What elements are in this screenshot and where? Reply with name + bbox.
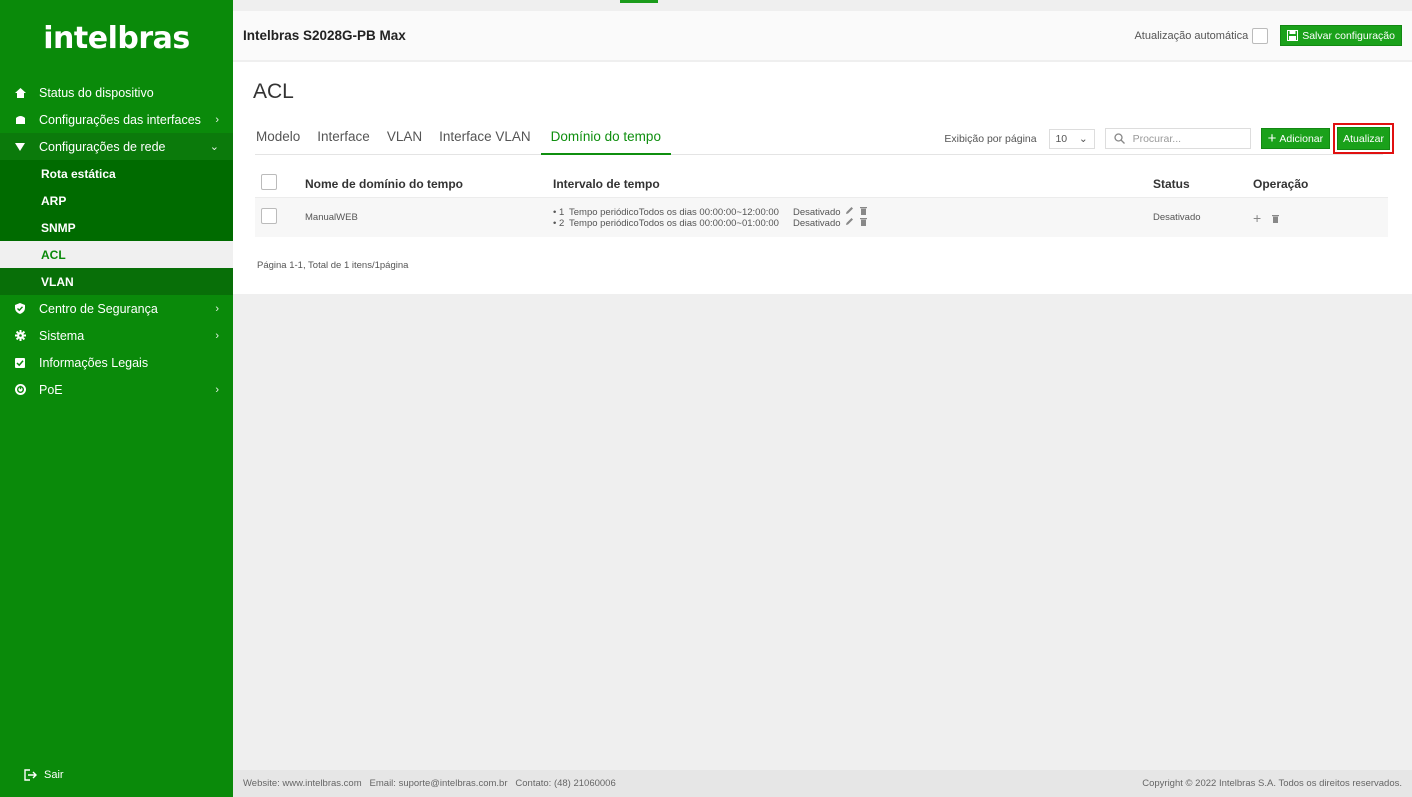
shield-icon [14, 303, 26, 315]
col-interval-header: Intervalo de tempo [553, 176, 660, 191]
time-domain-table: Nome de domínio do tempo Intervalo de te… [255, 170, 1388, 237]
interval-item: • 2 Tempo periódicoTodos os dias 00:00:0… [553, 218, 1153, 229]
add-interval-icon[interactable]: + [1253, 210, 1261, 226]
col-name-header: Nome de domínio do tempo [305, 176, 463, 191]
interval-desc: Tempo periódicoTodos os dias 00:00:00~12… [569, 206, 779, 218]
add-label: Adicionar [1279, 132, 1324, 145]
sidebar-subitem-arp[interactable]: ARP [0, 187, 233, 214]
interval-status: Desativado [793, 217, 841, 229]
home-icon [14, 87, 26, 99]
tab-modelo[interactable]: Modelo [255, 129, 301, 155]
network-icon [14, 141, 26, 153]
chevron-down-icon: ⌄ [1078, 132, 1088, 145]
interval-item: • 1 Tempo periódicoTodos os dias 00:00:0… [553, 207, 1153, 218]
per-page-label: Exibição por página [944, 132, 1037, 145]
col-operation-header: Operação [1253, 176, 1309, 191]
footer-copyright: Copyright © 2022 Intelbras S.A. Todos os… [1142, 778, 1402, 789]
search-icon [1113, 133, 1125, 144]
page-footer: Website: www.intelbras.com Email: suport… [233, 770, 1412, 797]
sidebar-item-system[interactable]: Sistema › [0, 322, 233, 349]
table-row: ManualWEB • 1 Tempo periódicoTodos os di… [255, 198, 1388, 237]
save-config-label: Salvar configuração [1302, 29, 1395, 42]
per-page-select[interactable]: 10 ⌄ [1048, 128, 1095, 149]
tab-interface-vlan[interactable]: Interface VLAN [438, 129, 532, 155]
edit-icon[interactable] [845, 217, 854, 229]
auto-update-checkbox[interactable] [1252, 27, 1269, 44]
search-input[interactable]: Procurar... [1104, 128, 1251, 149]
power-icon [14, 384, 26, 396]
add-button[interactable]: + Adicionar [1260, 128, 1331, 149]
refresh-button[interactable]: Atualizar [1337, 127, 1390, 150]
col-status-header: Status [1153, 176, 1190, 191]
toolbar: Exibição por página 10 ⌄ Procurar... + A… [944, 123, 1394, 154]
tab-time-domain[interactable]: Domínio do tempo [540, 129, 671, 155]
interface-icon [14, 114, 26, 126]
logout-icon [24, 769, 37, 781]
row-checkbox[interactable] [261, 208, 277, 224]
logo: intelbras [43, 21, 190, 56]
chevron-right-icon: › [215, 113, 219, 126]
sidebar-item-security[interactable]: Centro de Segurança › [0, 295, 233, 322]
sidebar-nav: Status do dispositivo Configurações das … [0, 79, 233, 403]
row-intervals: • 1 Tempo periódicoTodos os dias 00:00:0… [553, 207, 1153, 229]
save-icon [1287, 30, 1299, 41]
select-all-checkbox[interactable] [261, 174, 277, 190]
sidebar-subitem-acl[interactable]: ACL [0, 241, 233, 268]
table-header: Nome de domínio do tempo Intervalo de te… [255, 170, 1388, 198]
interval-num: 2 [558, 217, 565, 229]
plus-icon: + [1267, 130, 1277, 147]
per-page-value: 10 [1055, 132, 1068, 145]
save-config-button[interactable]: Salvar configuração [1280, 25, 1402, 46]
delete-icon[interactable] [860, 217, 867, 229]
chevron-right-icon: › [215, 383, 219, 396]
auto-update-label: Atualização automática [1134, 29, 1249, 42]
interval-desc: Tempo periódicoTodos os dias 00:00:00~01… [569, 217, 779, 229]
sidebar-item-device-status[interactable]: Status do dispositivo [0, 79, 233, 106]
gear-icon [14, 330, 26, 342]
page-title: ACL [253, 80, 294, 103]
top-accent-bar [620, 0, 658, 3]
logout-button[interactable]: Sair [24, 769, 64, 781]
search-placeholder: Procurar... [1132, 132, 1182, 145]
refresh-highlight: Atualizar [1333, 123, 1394, 154]
sidebar-item-interfaces[interactable]: Configurações das interfaces › [0, 106, 233, 133]
chevron-down-icon: ⌄ [209, 141, 219, 153]
interval-num: 1 [558, 206, 565, 218]
chevron-right-icon: › [215, 329, 219, 342]
top-header: Intelbras S2028G-PB Max Atualização auto… [233, 11, 1412, 60]
sidebar-subitem-snmp[interactable]: SNMP [0, 214, 233, 241]
device-name: Intelbras S2028G-PB Max [243, 28, 406, 43]
row-name: ManualWEB [305, 212, 358, 223]
sidebar-item-network[interactable]: Configurações de rede ⌄ [0, 133, 233, 160]
chevron-right-icon: › [215, 302, 219, 315]
check-square-icon [14, 357, 26, 369]
delete-icon[interactable] [1271, 214, 1279, 226]
logout-label: Sair [44, 769, 64, 781]
footer-contact: Website: www.intelbras.com Email: suport… [243, 778, 616, 789]
row-status: Desativado [1153, 212, 1201, 223]
pagination-info: Página 1-1, Total de 1 itens/1página [257, 260, 409, 271]
main-card: ACL Modelo Interface VLAN Interface VLAN… [233, 62, 1412, 294]
sidebar-item-legal[interactable]: Informações Legais [0, 349, 233, 376]
tab-vlan[interactable]: VLAN [386, 129, 423, 155]
auto-update: Atualização automática [1134, 27, 1269, 44]
interval-status: Desativado [793, 206, 841, 218]
tab-interface[interactable]: Interface [316, 129, 371, 155]
sidebar-item-poe[interactable]: PoE › [0, 376, 233, 403]
sidebar: intelbras Status do dispositivo Configur… [0, 0, 233, 797]
row-operations: + [1253, 210, 1388, 226]
sidebar-subitem-static-route[interactable]: Rota estática [0, 160, 233, 187]
sidebar-subitem-vlan[interactable]: VLAN [0, 268, 233, 295]
